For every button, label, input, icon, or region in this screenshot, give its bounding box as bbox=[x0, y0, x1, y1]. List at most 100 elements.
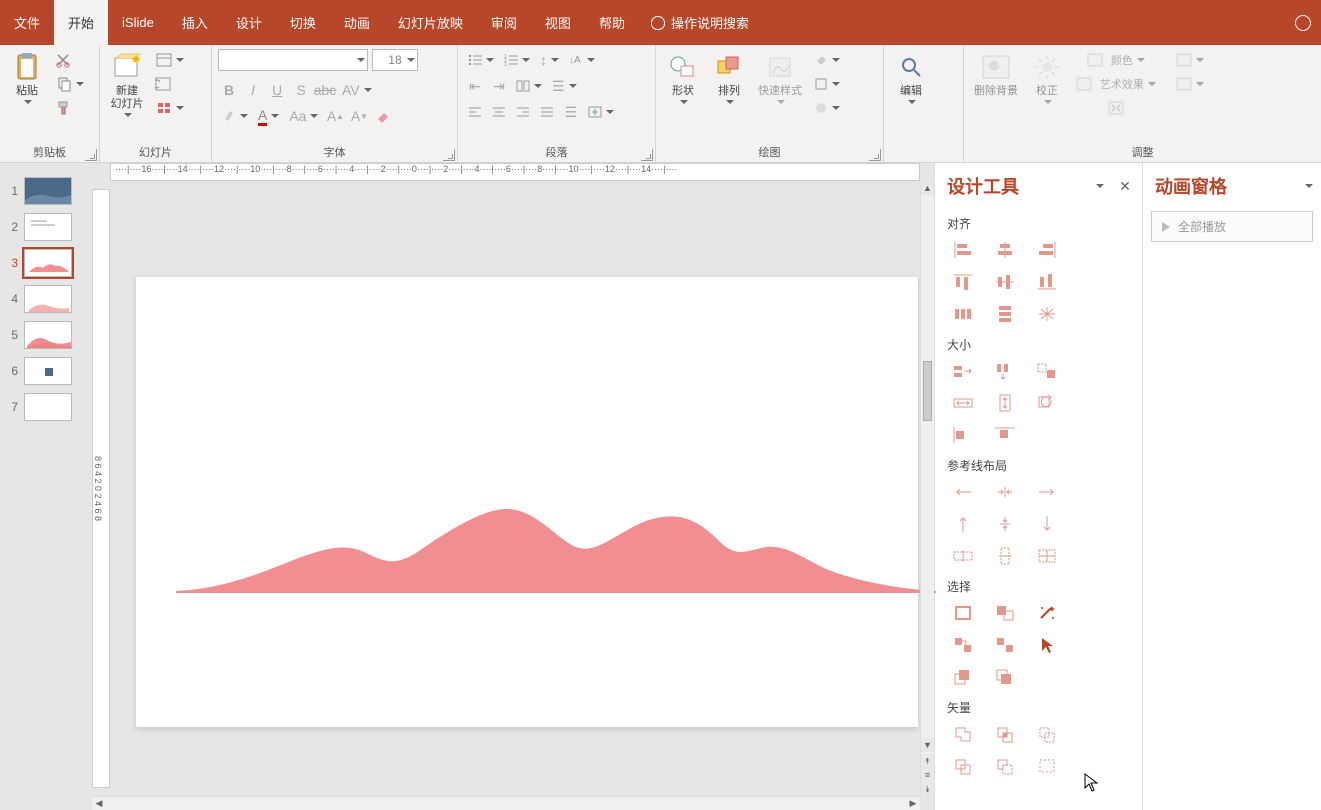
scroll-up-button[interactable]: ▲ bbox=[921, 181, 934, 195]
align-right-button[interactable] bbox=[512, 101, 534, 123]
union-icon[interactable] bbox=[947, 722, 979, 746]
align-right-icon[interactable] bbox=[1031, 238, 1063, 262]
layout-button[interactable] bbox=[152, 49, 188, 71]
strike-button[interactable]: abc bbox=[314, 79, 336, 101]
bring-front-icon[interactable] bbox=[947, 665, 979, 689]
align-middle-v-icon[interactable] bbox=[989, 270, 1021, 294]
line-spacing-button[interactable]: ↕ bbox=[536, 49, 563, 71]
guide-rect-v-icon[interactable] bbox=[989, 544, 1021, 568]
align-left-button[interactable] bbox=[464, 101, 486, 123]
tell-me-search[interactable]: 操作说明搜索 bbox=[639, 0, 761, 45]
guide-down-icon[interactable] bbox=[1031, 512, 1063, 536]
bold-button[interactable]: B bbox=[218, 79, 240, 101]
dropdown-icon[interactable] bbox=[1305, 184, 1313, 188]
slide-thumbnail-2[interactable]: 2 bbox=[0, 209, 84, 245]
shadow-button[interactable]: S bbox=[290, 79, 312, 101]
slide-canvas[interactable] bbox=[136, 277, 918, 727]
user-account[interactable] bbox=[1285, 0, 1321, 45]
align-center-button[interactable] bbox=[488, 101, 510, 123]
shapes-button[interactable]: 形状 bbox=[662, 49, 704, 106]
change-case-button[interactable]: Aa bbox=[285, 105, 322, 127]
slide-canvas-area[interactable]: ▲ ▼ ⯭ ≡ ⯯ bbox=[110, 181, 934, 796]
cut-button[interactable] bbox=[52, 49, 74, 71]
align-left-icon[interactable] bbox=[947, 238, 979, 262]
same-height-icon[interactable] bbox=[989, 359, 1021, 383]
guide-rect-h-icon[interactable] bbox=[947, 544, 979, 568]
scroll-down-button[interactable]: ▼ bbox=[921, 738, 934, 752]
same-width-icon[interactable] bbox=[947, 359, 979, 383]
dialog-launcher[interactable] bbox=[869, 149, 881, 161]
prev-slide-button[interactable]: ⯭ bbox=[921, 754, 934, 768]
horizontal-ruler[interactable]: ····|····16····|····14····|····12····|··… bbox=[110, 163, 920, 181]
combine-icon[interactable] bbox=[989, 722, 1021, 746]
close-pane-button[interactable]: ✕ bbox=[1116, 177, 1134, 195]
increase-indent-button[interactable]: ⇥ bbox=[488, 75, 510, 97]
shape-outline-button[interactable] bbox=[810, 73, 844, 95]
dialog-launcher[interactable] bbox=[85, 149, 97, 161]
section-button[interactable] bbox=[152, 97, 188, 119]
shape-fill-button[interactable] bbox=[810, 49, 844, 71]
scroll-thumb[interactable] bbox=[923, 361, 932, 421]
shape-effects-button[interactable] bbox=[810, 97, 844, 119]
scroll-left-button[interactable]: ◀ bbox=[92, 797, 106, 810]
play-all-button[interactable]: 全部播放 bbox=[1151, 211, 1313, 242]
text-direction-button[interactable]: ↓A bbox=[565, 49, 599, 71]
guide-right-icon[interactable] bbox=[1031, 480, 1063, 504]
grow-font-button[interactable]: A▲ bbox=[324, 105, 346, 127]
columns-button[interactable] bbox=[512, 75, 546, 97]
slide-thumbnail-pane[interactable]: 1 2 3 4 5 6 7 bbox=[0, 163, 84, 810]
tab-review[interactable]: 审阅 bbox=[477, 0, 531, 45]
magic-wand-icon[interactable] bbox=[1031, 601, 1063, 625]
same-size-icon[interactable] bbox=[1031, 359, 1063, 383]
dialog-launcher[interactable] bbox=[443, 149, 455, 161]
next-slide-button[interactable]: ⯯ bbox=[921, 782, 934, 796]
compress-button[interactable] bbox=[1072, 97, 1160, 119]
clear-format-button[interactable] bbox=[372, 105, 394, 127]
justify-button[interactable] bbox=[536, 101, 558, 123]
tab-help[interactable]: 帮助 bbox=[585, 0, 639, 45]
char-spacing-button[interactable]: AV bbox=[338, 79, 376, 101]
quick-styles-button[interactable]: 快速样式 bbox=[754, 49, 806, 106]
slide-thumbnail-1[interactable]: 1 bbox=[0, 173, 84, 209]
slide-thumbnail-3[interactable]: 3 bbox=[0, 245, 84, 281]
vector-dashed-icon[interactable] bbox=[1031, 754, 1063, 778]
font-color-button[interactable]: A bbox=[254, 105, 283, 127]
reset-button[interactable] bbox=[152, 73, 174, 95]
tab-home[interactable]: 开始 bbox=[54, 0, 108, 45]
paste-button[interactable]: 粘贴 bbox=[6, 49, 48, 106]
highlight-button[interactable] bbox=[218, 105, 252, 127]
ungroup-icon[interactable] bbox=[989, 633, 1021, 657]
tab-view[interactable]: 视图 bbox=[531, 0, 585, 45]
slide-thumbnail-7[interactable]: 7 bbox=[0, 389, 84, 425]
cursor-icon[interactable] bbox=[1031, 633, 1063, 657]
tab-transition[interactable]: 切换 bbox=[276, 0, 330, 45]
guide-left-icon[interactable] bbox=[947, 480, 979, 504]
corrections-button[interactable]: 校正 bbox=[1026, 49, 1068, 106]
italic-button[interactable]: I bbox=[242, 79, 264, 101]
change-picture-button[interactable] bbox=[1172, 49, 1208, 71]
tab-slideshow[interactable]: 幻灯片放映 bbox=[384, 0, 477, 45]
fit-height-icon[interactable] bbox=[989, 391, 1021, 415]
vertical-scrollbar[interactable]: ▲ ▼ ⯭ ≡ ⯯ bbox=[920, 181, 934, 796]
artistic-button[interactable]: 艺术效果 bbox=[1072, 73, 1160, 95]
tab-file[interactable]: 文件 bbox=[0, 0, 54, 45]
guide-up-icon[interactable] bbox=[947, 512, 979, 536]
format-painter-button[interactable] bbox=[52, 97, 74, 119]
guide-center-h-icon[interactable] bbox=[989, 480, 1021, 504]
slide-thumbnail-6[interactable]: 6 bbox=[0, 353, 84, 389]
copy-button[interactable] bbox=[52, 73, 88, 95]
vertical-ruler[interactable]: 8 6 4 2 0 2 4 6 8 bbox=[92, 189, 110, 788]
horizontal-scrollbar[interactable]: ◀ ▶ bbox=[92, 796, 920, 810]
snap-left-icon[interactable] bbox=[947, 423, 979, 447]
group-icon[interactable] bbox=[947, 633, 979, 657]
new-slide-button[interactable]: 新建 幻灯片 bbox=[106, 49, 148, 119]
numbering-button[interactable]: 123 bbox=[500, 49, 534, 71]
tab-design[interactable]: 设计 bbox=[222, 0, 276, 45]
font-name-combo[interactable] bbox=[218, 49, 368, 71]
fragment-icon[interactable] bbox=[1031, 722, 1063, 746]
align-text-button[interactable]: ☰ bbox=[548, 75, 581, 97]
slide-thumbnail-5[interactable]: 5 bbox=[0, 317, 84, 353]
subtract-icon[interactable] bbox=[989, 754, 1021, 778]
scroll-right-button[interactable]: ▶ bbox=[906, 797, 920, 810]
distribute-v-icon[interactable] bbox=[989, 302, 1021, 326]
